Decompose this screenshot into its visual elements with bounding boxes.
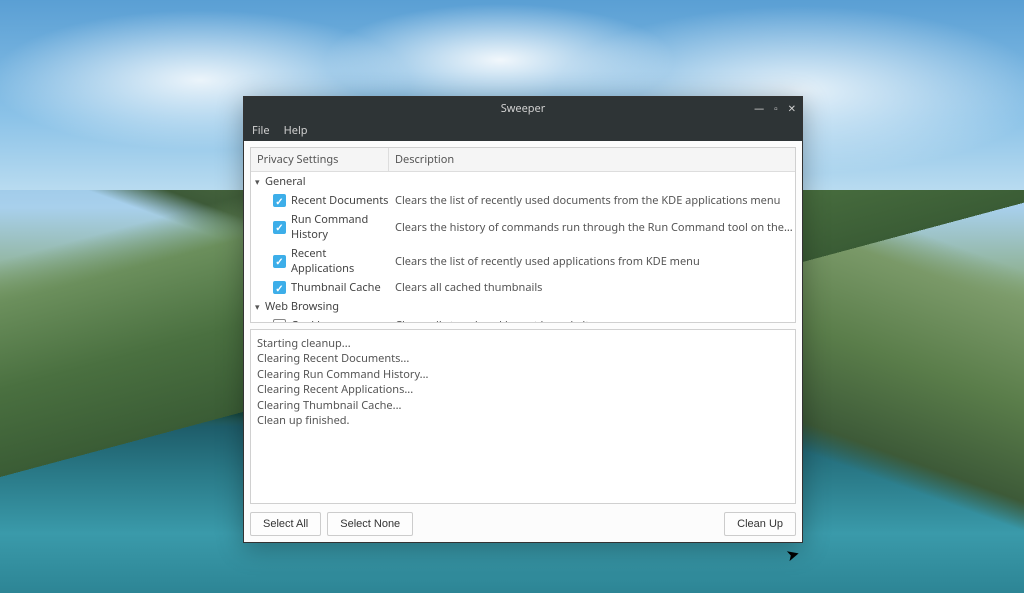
log-line: Clearing Recent Documents... <box>257 351 789 366</box>
checkbox[interactable] <box>273 319 286 323</box>
window-controls: — ▫ ✕ <box>754 101 796 115</box>
item-description: Clears the history of commands run throu… <box>389 220 795 235</box>
log-output[interactable]: Starting cleanup...Clearing Recent Docum… <box>250 329 796 504</box>
menubar: File Help <box>244 119 802 141</box>
checkbox[interactable] <box>273 194 286 207</box>
checkbox[interactable] <box>273 281 286 294</box>
tree-item[interactable]: Recent DocumentsClears the list of recen… <box>251 191 795 210</box>
group-label: Web Browsing <box>265 299 339 314</box>
menu-file[interactable]: File <box>252 123 270 138</box>
titlebar[interactable]: Sweeper — ▫ ✕ <box>244 97 802 119</box>
tree-item[interactable]: Cookies Clears all stored cookies set by … <box>251 316 795 323</box>
item-settings-cell: Recent Applications <box>251 246 389 276</box>
chevron-down-icon[interactable]: ▾ <box>255 175 265 188</box>
log-line: Clearing Recent Applications... <box>257 382 789 397</box>
tree-item[interactable]: Run Command HistoryClears the history of… <box>251 210 795 244</box>
clean-up-button[interactable]: Clean Up <box>724 512 796 536</box>
tree-item[interactable]: Recent ApplicationsClears the list of re… <box>251 244 795 278</box>
sweeper-window: Sweeper — ▫ ✕ File Help Privacy Settings… <box>243 96 803 543</box>
tree-body: ▾GeneralRecent DocumentsClears the list … <box>251 172 795 323</box>
window-title: Sweeper <box>501 101 546 116</box>
item-label: Recent Documents <box>291 193 388 208</box>
log-line: Clearing Run Command History... <box>257 367 789 382</box>
tree-group[interactable]: ▾General <box>251 172 795 191</box>
spacer <box>419 512 718 536</box>
window-content: Privacy Settings Description ▾GeneralRec… <box>244 141 802 542</box>
tree-header: Privacy Settings Description <box>251 148 795 172</box>
item-label: Thumbnail Cache <box>291 280 381 295</box>
item-settings-cell: Thumbnail Cache <box>251 280 389 295</box>
tree-item[interactable]: Thumbnail Cache Clears all cached thumbna… <box>251 278 795 297</box>
tree-group[interactable]: ▾Web Browsing <box>251 297 795 316</box>
menu-help[interactable]: Help <box>284 123 308 138</box>
column-header-description[interactable]: Description <box>389 148 795 171</box>
item-description: Clears all stored cookies set by website… <box>389 318 795 323</box>
log-line: Starting cleanup... <box>257 336 789 351</box>
item-description: Clears the list of recently used documen… <box>389 193 795 208</box>
checkbox[interactable] <box>273 255 286 268</box>
chevron-down-icon[interactable]: ▾ <box>255 300 265 313</box>
item-settings-cell: Cookies <box>251 318 389 323</box>
item-label: Recent Applications <box>291 246 389 276</box>
minimize-icon[interactable]: — <box>754 101 764 115</box>
item-label: Cookies <box>291 318 331 323</box>
button-row: Select All Select None Clean Up <box>250 510 796 536</box>
close-icon[interactable]: ✕ <box>788 101 796 115</box>
privacy-tree[interactable]: Privacy Settings Description ▾GeneralRec… <box>250 147 796 323</box>
select-all-button[interactable]: Select All <box>250 512 321 536</box>
item-settings-cell: Run Command History <box>251 212 389 242</box>
maximize-icon[interactable]: ▫ <box>774 101 778 115</box>
log-line: Clearing Thumbnail Cache... <box>257 398 789 413</box>
checkbox[interactable] <box>273 221 286 234</box>
item-label: Run Command History <box>291 212 389 242</box>
column-header-settings[interactable]: Privacy Settings <box>251 148 389 171</box>
item-settings-cell: Recent Documents <box>251 193 389 208</box>
item-description: Clears the list of recently used applica… <box>389 254 795 269</box>
item-description: Clears all cached thumbnails <box>389 280 795 295</box>
log-line: Clean up finished. <box>257 413 789 428</box>
group-label: General <box>265 174 306 189</box>
select-none-button[interactable]: Select None <box>327 512 413 536</box>
